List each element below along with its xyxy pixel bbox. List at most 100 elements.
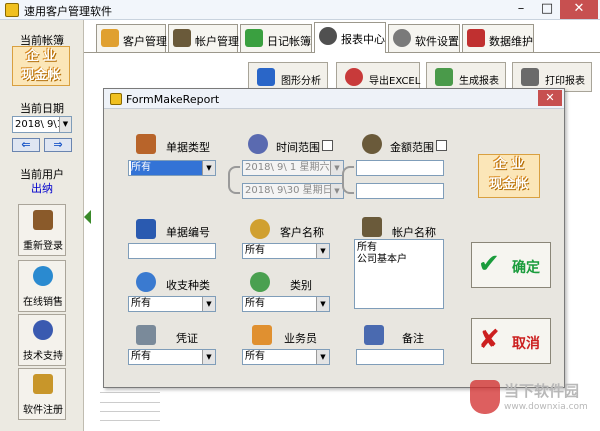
voucher-select[interactable]: 所有 ▼ [128, 349, 216, 365]
current-user-value: 出纳 [31, 182, 53, 195]
dialog-close-button[interactable]: ✕ [538, 90, 562, 106]
end-date-value: 2018\ 9\30 星期日 [245, 185, 333, 196]
journal-icon [245, 29, 263, 47]
money-bag-icon [362, 134, 382, 154]
register-button[interactable]: 软件注册 [18, 368, 66, 420]
amount-range-bracket [342, 166, 354, 194]
customer-icon [250, 219, 270, 239]
category-label: 类别 [290, 279, 312, 292]
watermark-line-1: 当下软件园 [504, 382, 580, 400]
doc-type-value: 所有 [131, 161, 211, 175]
dice-icon [257, 68, 275, 86]
current-date-label: 当前日期 [20, 102, 64, 115]
lock-icon [33, 210, 53, 230]
start-date-value: 2018\ 9\ 1 星期六 [245, 162, 330, 173]
income-type-select[interactable]: 所有 ▼ [128, 296, 216, 312]
doc-number-input[interactable] [128, 243, 216, 259]
form-make-report-dialog: FormMakeReport ✕ 单据类型 所有 ▼ 时间范围 2018\ 9\… [103, 88, 565, 388]
time-range-checkbox[interactable] [322, 140, 333, 151]
chevron-down-icon[interactable]: ▼ [316, 350, 329, 364]
relogin-button[interactable]: 重新登录 [18, 204, 66, 256]
doc-type-label: 单据类型 [166, 141, 210, 154]
dialog-logo-line-2: 现金帐 [489, 177, 529, 192]
date-range-bracket [228, 166, 240, 194]
tab-accounts[interactable]: 帐户管理 [168, 24, 239, 52]
close-button[interactable]: ✕ [560, 0, 598, 19]
dialog-logo-line-1: 企 业 [493, 157, 525, 172]
maintenance-icon [467, 29, 485, 47]
chevron-down-icon[interactable]: ▼ [59, 117, 71, 132]
chevron-down-icon[interactable]: ▼ [202, 350, 215, 364]
remark-label: 备注 [402, 332, 424, 345]
collapse-arrow-icon[interactable] [84, 210, 91, 224]
time-range-label: 时间范围 [276, 141, 320, 154]
account-name-label: 帐户名称 [392, 226, 436, 239]
income-type-label: 收支种类 [166, 279, 210, 292]
ok-label: 确定 [512, 260, 540, 276]
tab-maintenance-label: 数据维护 [489, 35, 533, 48]
category-icon [250, 272, 270, 292]
end-date-select[interactable]: 2018\ 9\30 星期日 ▼ [242, 183, 344, 199]
tab-settings[interactable]: 软件设置 [388, 24, 460, 52]
chevron-down-icon[interactable]: ▼ [202, 297, 215, 311]
chevron-down-icon[interactable]: ▼ [316, 244, 329, 258]
doc-number-label: 单据编号 [166, 226, 210, 239]
briefcase-icon [136, 134, 156, 154]
logo-line-1: 企 业 [25, 49, 57, 64]
dialog-title: FormMakeReport [126, 93, 220, 106]
tab-settings-label: 软件设置 [415, 35, 459, 48]
tech-support-button[interactable]: 技术支持 [18, 314, 66, 366]
voucher-label: 凭证 [176, 332, 198, 345]
tab-reports[interactable]: 报表中心 [314, 22, 386, 53]
account-list-item[interactable]: 所有 [357, 242, 441, 254]
next-date-button[interactable]: ⇒ [44, 138, 72, 152]
shield-logo-icon [470, 380, 500, 414]
online-sales-label: 在线销售 [23, 297, 63, 308]
ok-button[interactable]: ✔ 确定 [471, 242, 551, 288]
remark-input[interactable] [356, 349, 444, 365]
relogin-label: 重新登录 [23, 241, 63, 252]
generate-report-label: 生成报表 [459, 76, 499, 87]
watermark-line-2: www.downxia.com [504, 402, 588, 412]
doc-type-select[interactable]: 所有 ▼ [128, 160, 216, 176]
voucher-folder-icon [136, 325, 156, 345]
online-sales-button[interactable]: 在线销售 [18, 260, 66, 312]
logo-line-2: 现金帐 [21, 68, 61, 83]
minimize-button[interactable]: – [508, 0, 534, 19]
reports-icon [319, 27, 337, 45]
generate-icon [435, 68, 453, 86]
account-icon [173, 29, 191, 47]
category-select[interactable]: 所有 ▼ [242, 296, 330, 312]
globe-icon [33, 266, 53, 286]
tab-maintenance[interactable]: 数据维护 [462, 24, 534, 52]
key-icon [33, 374, 53, 394]
tab-customers-label: 客户管理 [123, 35, 167, 48]
print-icon [521, 68, 539, 86]
account-list-item[interactable]: 公司基本户 [357, 254, 441, 266]
print-report-label: 打印报表 [545, 76, 585, 87]
chevron-down-icon[interactable]: ▼ [202, 161, 215, 175]
prev-date-button[interactable]: ⇐ [12, 138, 40, 152]
start-date-select[interactable]: 2018\ 9\ 1 星期六 ▼ [242, 160, 344, 176]
amount-max-input[interactable] [356, 183, 444, 199]
account-name-list[interactable]: 所有 公司基本户 [354, 239, 444, 309]
company-cash-logo-dialog: 企 业 现金帐 [478, 154, 540, 198]
account-name-icon [362, 217, 382, 237]
cancel-button[interactable]: ✘ 取消 [471, 318, 551, 364]
amount-range-checkbox[interactable] [436, 140, 447, 151]
salesperson-select[interactable]: 所有 ▼ [242, 349, 330, 365]
chevron-down-icon[interactable]: ▼ [316, 297, 329, 311]
tab-customers[interactable]: 客户管理 [96, 24, 167, 52]
checkmark-icon: ✔ [478, 249, 500, 279]
income-type-value: 所有 [131, 298, 151, 309]
company-cash-logo: 企 业 现金帐 [12, 46, 70, 86]
amount-min-input[interactable] [356, 160, 444, 176]
cross-icon: ✘ [478, 325, 500, 355]
dialog-app-icon [110, 93, 122, 105]
tab-journal[interactable]: 日记帐簿 [240, 24, 312, 52]
maximize-button[interactable]: □ [534, 0, 560, 19]
tab-accounts-label: 帐户管理 [195, 35, 239, 48]
register-label: 软件注册 [23, 405, 63, 416]
customer-name-select[interactable]: 所有 ▼ [242, 243, 330, 259]
current-date-select[interactable]: 2018\ 9\19 ▼ [12, 116, 72, 133]
